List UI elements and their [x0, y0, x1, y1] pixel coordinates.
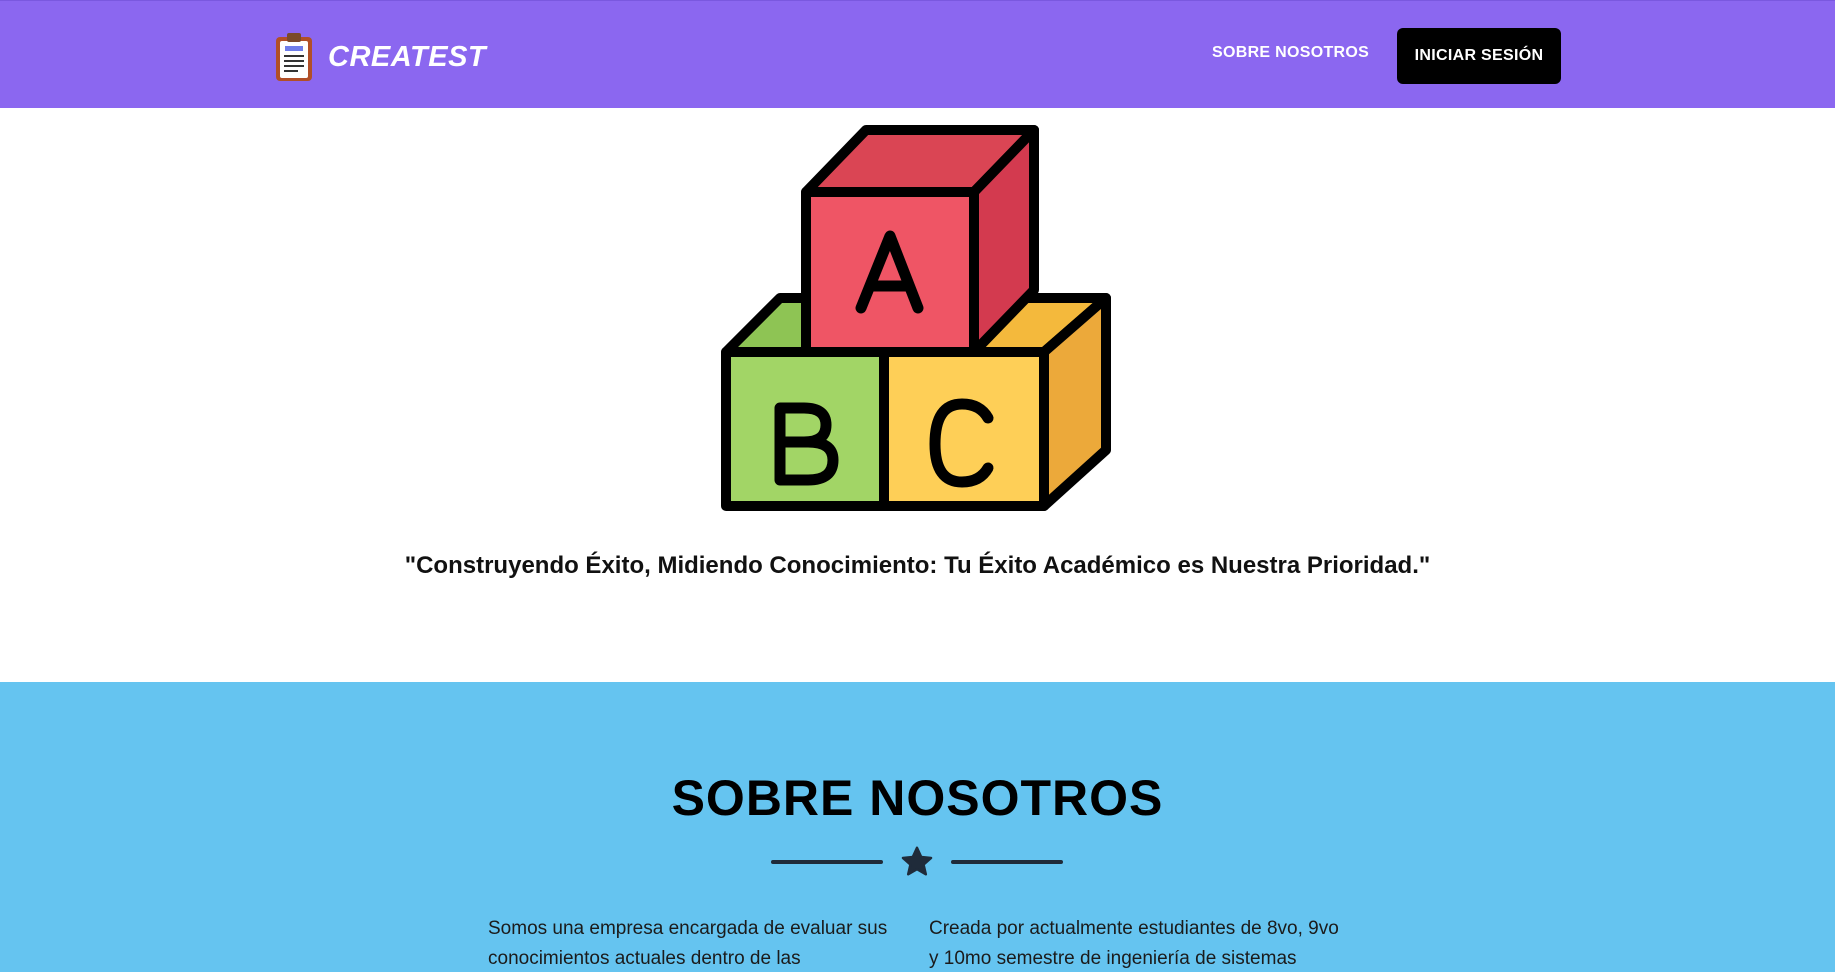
star-icon	[901, 846, 933, 876]
nav-link-about[interactable]: SOBRE NOSOTROS	[1212, 44, 1369, 62]
about-text-right: Creada por actualmente estudiantes de 8v…	[929, 918, 1339, 969]
divider-line-left	[771, 860, 883, 864]
login-button[interactable]: INICIAR SESIÓN	[1397, 28, 1561, 84]
about-text-left: Somos una empresa encargada de evaluar s…	[488, 918, 888, 969]
divider-line-right	[951, 860, 1063, 864]
clipboard-icon	[276, 33, 312, 81]
about-title: SOBRE NOSOTROS	[671, 770, 1164, 826]
about-section: SOBRE NOSOTROS Somos una empresa encarga…	[0, 682, 1835, 972]
navbar: CREATEST SOBRE NOSOTROS INICIAR SESIÓN	[0, 0, 1835, 108]
brand-name: CREATEST	[328, 40, 487, 73]
brand[interactable]: CREATEST	[274, 31, 486, 83]
abc-blocks-image	[721, 125, 1111, 511]
tagline: "Construyendo Éxito, Midiendo Conocimien…	[404, 552, 1431, 579]
